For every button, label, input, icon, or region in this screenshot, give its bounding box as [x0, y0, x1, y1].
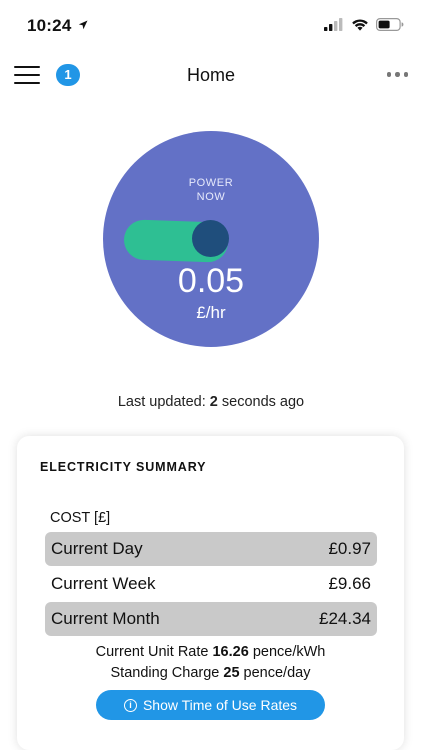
cost-header: COST [£] [50, 510, 111, 526]
cost-row-label: Current Day [51, 539, 143, 558]
cost-row-current-month: Current Month £24.34 [45, 602, 377, 636]
cellular-signal-icon [324, 18, 343, 31]
power-toggle-knob[interactable] [192, 220, 229, 257]
info-icon: i [123, 698, 137, 712]
tou-button-label: Show Time of Use Rates [142, 697, 298, 713]
cost-row-label: Current Week [51, 574, 156, 593]
cost-row-current-day: Current Day £0.97 [45, 532, 377, 566]
last-updated-text: Last updated: 2 seconds ago [117, 394, 305, 410]
wifi-icon [352, 19, 368, 31]
page-title: Home [186, 65, 235, 85]
summary-title: ELECTRICITY SUMMARY [40, 460, 207, 474]
power-now-widget: POWER NOW 0.05 £/hr [103, 131, 319, 347]
cost-row-label: Current Month [51, 609, 160, 628]
more-options-icon[interactable] [386, 72, 408, 77]
power-now-label: POWER NOW [188, 177, 234, 203]
status-bar: 10:24 [0, 0, 422, 52]
power-value: 0.05 [177, 262, 245, 300]
cost-row-value: £0.97 [328, 539, 371, 558]
show-time-of-use-rates-button[interactable]: i Show Time of Use Rates [96, 690, 325, 720]
cost-row-current-week: Current Week £9.66 [45, 567, 377, 601]
power-unit: £/hr [196, 303, 226, 322]
cost-row-value: £24.34 [319, 609, 371, 628]
unit-rate-text: Current Unit Rate 16.26 pence/kWh [95, 644, 326, 660]
status-time: 10:24 [27, 16, 88, 36]
navigation-bar: 1 Home [0, 52, 422, 98]
electricity-summary-card: ELECTRICITY SUMMARY COST [£] Current Day… [17, 436, 404, 750]
location-arrow-icon [79, 20, 88, 30]
standing-charge-text: Standing Charge 25 pence/day [110, 665, 311, 681]
cost-row-value: £9.66 [328, 574, 371, 593]
battery-icon [376, 18, 404, 31]
